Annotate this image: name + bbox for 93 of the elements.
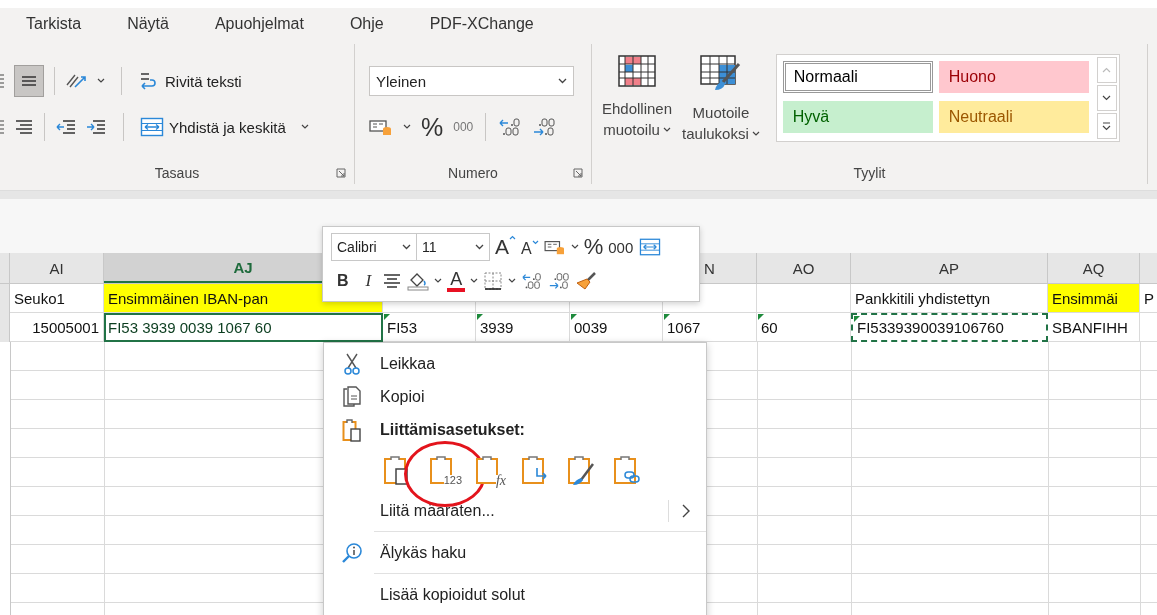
- dialog-launcher-icon[interactable]: [336, 168, 346, 178]
- dialog-launcher-icon[interactable]: [573, 168, 583, 178]
- caret-down-icon: [531, 240, 539, 245]
- clipboard-icon: [567, 454, 595, 486]
- paste-option-button[interactable]: fx: [472, 453, 506, 487]
- caret-icon: [475, 244, 484, 250]
- decrease-font-size-button[interactable]: A: [521, 240, 539, 258]
- cell-style-option[interactable]: Huono: [938, 61, 1089, 93]
- merge-cells-icon[interactable]: [638, 237, 663, 257]
- group-label: Tasaus: [154, 165, 200, 181]
- clipboard-icon: [342, 417, 362, 442]
- caret-icon[interactable]: [470, 278, 479, 284]
- conditional-formatting-button[interactable]: Ehdollinen muotoilu: [602, 54, 673, 140]
- menu-item[interactable]: Liitä määräten...: [324, 494, 706, 527]
- menu-item[interactable]: Lisää kopioidut solut: [324, 578, 706, 611]
- thousands-separator-button[interactable]: 000: [453, 120, 474, 134]
- caret-icon: [558, 78, 567, 84]
- fill-color-icon[interactable]: [407, 271, 430, 291]
- ribbon-tab[interactable]: PDF-XChange: [423, 11, 540, 37]
- paste-option-button[interactable]: 123: [426, 453, 460, 487]
- table-cell[interactable]: FI53 3939 0039 1067 60: [104, 313, 383, 342]
- caret-up-icon: [509, 235, 516, 240]
- font-color-button[interactable]: A: [447, 270, 466, 292]
- caret-icon: [402, 244, 411, 250]
- caret-icon: [662, 126, 671, 133]
- font-name-dropdown[interactable]: Calibri: [331, 233, 417, 261]
- chevron-down-icon: [1102, 95, 1112, 101]
- thousands-separator-button[interactable]: 000: [608, 238, 634, 256]
- caret-icon: [300, 124, 309, 130]
- caret-icon[interactable]: [403, 124, 411, 130]
- decrease-decimal-icon[interactable]: [532, 117, 557, 137]
- align-right-icon[interactable]: [14, 119, 34, 135]
- wrap-text-button[interactable]: Rivitä teksti: [138, 70, 242, 92]
- menu-item[interactable]: Kopioi: [324, 380, 706, 413]
- column-header[interactable]: AQ: [1048, 253, 1140, 283]
- percent-button[interactable]: %: [583, 234, 604, 260]
- caret-icon[interactable]: [434, 278, 443, 284]
- ribbon-tab[interactable]: Apuohjelmat: [208, 11, 310, 37]
- borders-icon[interactable]: [483, 271, 504, 291]
- chevron-right-icon: [681, 503, 690, 518]
- table-cell[interactable]: P: [1140, 284, 1157, 313]
- ribbon-tab[interactable]: Näytä: [121, 11, 175, 37]
- increase-decimal-icon[interactable]: [498, 117, 523, 137]
- more-styles-button[interactable]: [1096, 113, 1117, 139]
- table-cell[interactable]: FI5339390039106760: [851, 313, 1048, 342]
- middle-align-button[interactable]: [14, 65, 44, 97]
- center-align-icon[interactable]: [382, 273, 403, 289]
- caret-icon[interactable]: [508, 278, 517, 284]
- scissors-icon: [344, 352, 360, 375]
- merge-cells-icon: [140, 116, 164, 138]
- table-cell[interactable]: Ensimmäi: [1048, 284, 1140, 313]
- table-cell[interactable]: SBANFIHH: [1048, 313, 1140, 342]
- clipboard-icon: [521, 454, 549, 486]
- conditional-formatting-icon: [617, 54, 658, 90]
- accounting-format-icon[interactable]: [543, 238, 566, 256]
- column-header[interactable]: AP: [851, 253, 1048, 283]
- align-left-icon[interactable]: [0, 73, 6, 89]
- table-cell[interactable]: 15005001: [10, 313, 104, 342]
- menu-heading[interactable]: Liittämisasetukset:: [324, 413, 706, 446]
- merge-center-button[interactable]: Yhdistä ja keskitä: [140, 116, 309, 138]
- format-as-table-button[interactable]: Muotoile taulukoksi: [682, 54, 760, 144]
- align-right-icon[interactable]: [0, 119, 6, 135]
- caret-icon[interactable]: [570, 244, 579, 250]
- search-icon: [341, 541, 363, 564]
- menu-item[interactable]: Älykäs haku: [324, 536, 706, 569]
- caret-icon: [751, 130, 760, 137]
- table-cell[interactable]: 60: [757, 313, 851, 342]
- caret-icon[interactable]: [97, 78, 105, 84]
- chevron-up-icon: [1102, 67, 1112, 73]
- clipboard-icon: [613, 454, 641, 486]
- percent-button[interactable]: %: [421, 112, 444, 142]
- menu-item[interactable]: Leikkaa: [324, 347, 706, 380]
- format-painter-icon[interactable]: [575, 271, 598, 291]
- increase-indent-icon[interactable]: [85, 119, 107, 135]
- increase-decimal-icon[interactable]: [521, 271, 544, 291]
- cell-style-option[interactable]: Hyvä: [782, 101, 933, 133]
- decrease-indent-icon[interactable]: [55, 119, 77, 135]
- cell-style-option[interactable]: Normaali: [782, 61, 933, 93]
- copy-icon: [342, 385, 362, 408]
- font-size-dropdown[interactable]: 11: [416, 233, 490, 261]
- cell-style-option[interactable]: Neutraali: [938, 101, 1089, 133]
- accounting-format-icon[interactable]: [369, 117, 393, 137]
- group-label: Tyylit: [853, 165, 886, 181]
- group-label: Numero: [448, 165, 498, 181]
- number-format-dropdown[interactable]: Yleinen: [369, 66, 574, 96]
- decrease-decimal-icon[interactable]: [548, 271, 571, 291]
- ribbon-tab[interactable]: Ohje: [343, 11, 390, 37]
- more-icon: [1102, 121, 1112, 131]
- ribbon-tab[interactable]: Tarkista: [20, 11, 88, 37]
- middle-align-icon: [20, 73, 38, 89]
- table-cell[interactable]: [757, 284, 851, 313]
- column-header[interactable]: AO: [757, 253, 851, 283]
- increase-font-size-button[interactable]: A: [495, 235, 516, 259]
